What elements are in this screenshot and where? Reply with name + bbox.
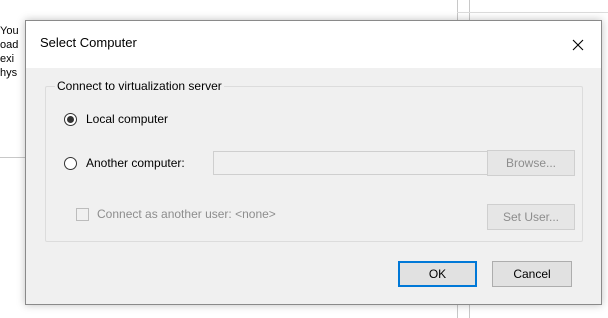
background-divider — [0, 157, 26, 158]
another-computer-label: Another computer: — [86, 156, 185, 170]
close-button[interactable] — [555, 21, 601, 68]
background-divider — [457, 12, 608, 13]
another-computer-radio[interactable] — [64, 156, 77, 170]
another-computer-option[interactable]: Another computer: — [64, 156, 185, 170]
close-icon — [572, 39, 584, 50]
background-window-text: You oad exi hys — [0, 24, 24, 80]
local-computer-radio[interactable] — [64, 112, 77, 126]
select-computer-dialog: Select Computer Connect to virtualizatio… — [25, 20, 602, 305]
dialog-titlebar: Select Computer — [26, 21, 601, 68]
cancel-button[interactable]: Cancel — [492, 261, 572, 287]
group-legend: Connect to virtualization server — [55, 79, 224, 93]
background-text-line: hys — [0, 67, 18, 79]
connect-as-user-option[interactable]: Connect as another user: <none> — [76, 207, 276, 221]
background-text-line: exi — [0, 53, 15, 65]
background-text-line: oad — [0, 39, 19, 51]
connect-as-user-label: Connect as another user: <none> — [97, 207, 276, 221]
local-computer-label: Local computer — [86, 112, 169, 126]
dialog-title: Select Computer — [40, 35, 137, 50]
background-text-line: You — [0, 25, 19, 37]
ok-button[interactable]: OK — [398, 261, 477, 287]
set-user-button[interactable]: Set User... — [487, 204, 575, 230]
browse-button[interactable]: Browse... — [487, 150, 575, 176]
computer-name-field[interactable] — [213, 151, 503, 175]
connect-as-user-checkbox[interactable] — [76, 207, 89, 221]
local-computer-option[interactable]: Local computer — [64, 112, 168, 126]
